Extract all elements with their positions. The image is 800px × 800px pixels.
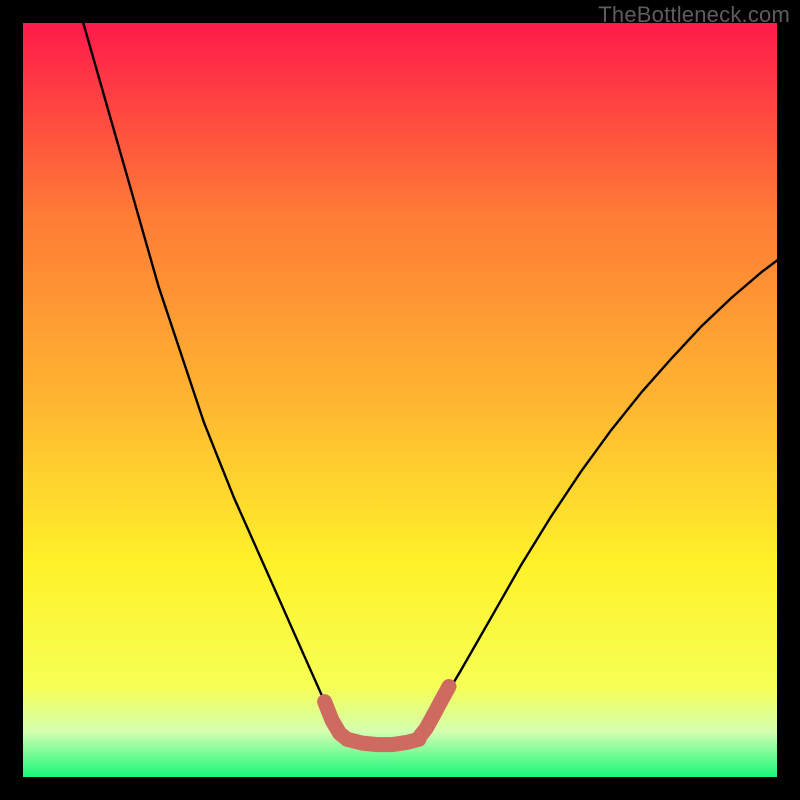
chart-svg (23, 23, 777, 777)
watermark-label: TheBottleneck.com (598, 2, 790, 28)
chart-frame: TheBottleneck.com (0, 0, 800, 800)
gradient-background (23, 23, 777, 777)
chart-plot-area (23, 23, 777, 777)
marker-bottom (347, 739, 419, 744)
